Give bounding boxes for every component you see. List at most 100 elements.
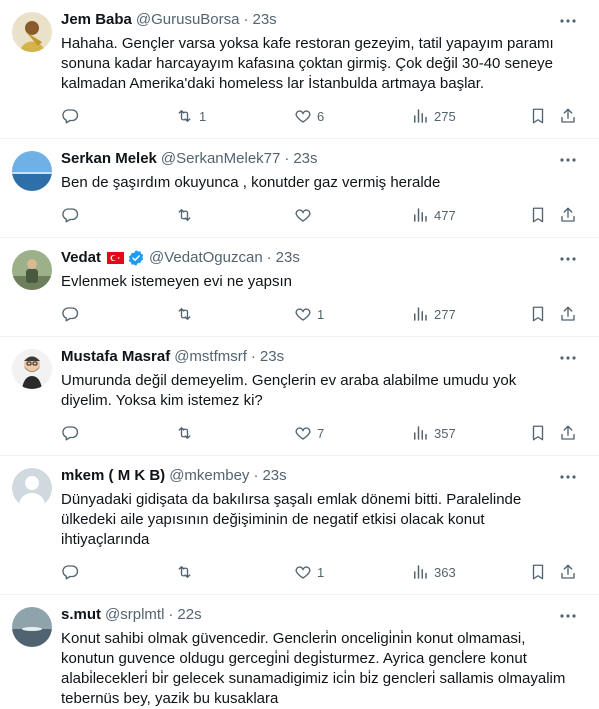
share-button[interactable] — [559, 423, 577, 443]
avatar[interactable] — [12, 151, 52, 191]
action-bar: 7 357 — [61, 423, 588, 443]
avatar[interactable] — [12, 250, 52, 290]
views-count: 357 — [434, 425, 456, 441]
views-count: 277 — [434, 306, 456, 322]
tweet-item[interactable]: Jem Baba @GurusuBorsa · 23s Hahaha. Genç… — [0, 0, 599, 139]
tweet-header: s.mut @srplmtl · 22s — [61, 605, 559, 625]
user-handle[interactable]: @mstfmsrf — [174, 347, 247, 367]
bookmark-button[interactable] — [529, 205, 547, 225]
user-handle[interactable]: @mkembey — [169, 466, 249, 486]
avatar[interactable] — [12, 12, 52, 52]
more-icon[interactable] — [559, 349, 577, 367]
display-name[interactable]: s.mut — [61, 605, 101, 625]
tweet-header: Vedat @VedatOguzcan · 23s — [61, 248, 559, 268]
reply-icon — [61, 563, 79, 581]
like-button[interactable]: 6 — [294, 106, 324, 126]
user-handle[interactable]: @srplmtl — [105, 605, 164, 625]
views-icon — [411, 107, 429, 125]
display-name[interactable]: Vedat — [61, 248, 101, 268]
action-bar: 477 — [61, 205, 588, 225]
like-button[interactable]: 1 — [294, 304, 324, 324]
share-icon — [559, 305, 577, 323]
more-icon[interactable] — [559, 607, 577, 625]
verified-badge-icon[interactable] — [127, 249, 145, 267]
user-handle[interactable]: @GurusuBorsa — [136, 10, 240, 30]
share-button[interactable] — [559, 205, 577, 225]
tweet-item[interactable]: Serkan Melek @SerkanMelek77 · 23s Ben de… — [0, 139, 599, 238]
avatar[interactable] — [12, 607, 52, 647]
retweet-button[interactable] — [175, 562, 199, 582]
retweet-icon — [175, 107, 194, 125]
timestamp[interactable]: 22s — [177, 605, 201, 625]
share-button[interactable] — [559, 304, 577, 324]
separator-dot: · — [266, 249, 272, 266]
more-icon[interactable] — [559, 151, 577, 169]
tweet-text: Dünyadaki gidişata da bakılırsa şaşalı e… — [61, 491, 522, 548]
retweet-count: 1 — [199, 108, 207, 124]
bookmark-button[interactable] — [529, 423, 547, 443]
reply-button[interactable] — [61, 562, 79, 582]
views-icon — [411, 563, 429, 581]
tweet-item[interactable]: s.mut @srplmtl · 22s Konut sahibi olmak … — [0, 595, 599, 709]
bookmark-button[interactable] — [529, 562, 547, 582]
views-button[interactable]: 275 — [411, 106, 456, 126]
views-button[interactable]: 357 — [411, 423, 456, 443]
timestamp[interactable]: 23s — [262, 466, 286, 486]
reply-button[interactable] — [61, 304, 79, 324]
action-bar: 1 363 — [61, 562, 588, 582]
like-button[interactable]: 7 — [294, 423, 324, 443]
display-name[interactable]: mkem ( M K B) — [61, 466, 165, 486]
more-icon[interactable] — [559, 468, 577, 486]
retweet-button[interactable] — [175, 423, 199, 443]
share-button[interactable] — [559, 562, 577, 582]
tweet-text: Ben de şaşırdım okuyunca , konutder gaz … — [61, 174, 441, 191]
like-button[interactable]: 1 — [294, 562, 324, 582]
like-count: 1 — [317, 306, 325, 322]
display-name[interactable]: Jem Baba — [61, 10, 132, 30]
views-button[interactable]: 477 — [411, 205, 456, 225]
reply-button[interactable] — [61, 205, 79, 225]
display-name[interactable]: Serkan Melek — [61, 149, 157, 169]
bookmark-button[interactable] — [529, 106, 547, 126]
more-icon[interactable] — [559, 12, 577, 30]
views-count: 275 — [434, 108, 456, 124]
retweet-icon — [175, 206, 194, 224]
retweet-button[interactable]: 1 — [175, 106, 206, 126]
retweet-button[interactable] — [175, 205, 199, 225]
like-count: 7 — [317, 425, 325, 441]
tweet-header: Serkan Melek @SerkanMelek77 · 23s — [61, 149, 559, 169]
share-button[interactable] — [559, 106, 577, 126]
views-button[interactable]: 277 — [411, 304, 456, 324]
reply-icon — [61, 206, 79, 224]
turkey-flag-icon — [107, 252, 125, 264]
display-name[interactable]: Mustafa Masraf — [61, 347, 170, 367]
views-count: 477 — [434, 207, 456, 223]
user-handle[interactable]: @SerkanMelek77 — [161, 149, 280, 169]
like-icon — [294, 563, 312, 581]
bookmark-icon — [529, 206, 547, 224]
timestamp[interactable]: 23s — [252, 10, 276, 30]
reply-icon — [61, 107, 79, 125]
retweet-button[interactable] — [175, 304, 199, 324]
reply-button[interactable] — [61, 423, 79, 443]
tweet-item[interactable]: Vedat @VedatOguzcan · 23s Evlenmek istem… — [0, 238, 599, 337]
views-icon — [411, 424, 429, 442]
user-handle[interactable]: @VedatOguzcan — [149, 248, 263, 268]
avatar[interactable] — [12, 349, 52, 389]
like-button[interactable] — [294, 205, 317, 225]
tweet-item[interactable]: mkem ( M K B) @mkembey · 23s Dünyadaki g… — [0, 456, 599, 595]
reply-icon — [61, 424, 79, 442]
separator-dot: · — [253, 467, 259, 484]
timestamp[interactable]: 23s — [276, 248, 300, 268]
tweet-text: Evlenmek istemeyen evi ne yapsın — [61, 273, 292, 290]
bookmark-button[interactable] — [529, 304, 547, 324]
more-icon[interactable] — [559, 250, 577, 268]
reply-button[interactable] — [61, 106, 79, 126]
tweet-item[interactable]: Mustafa Masraf @mstfmsrf · 23s Umurunda … — [0, 337, 599, 456]
tweet-header: mkem ( M K B) @mkembey · 23s — [61, 466, 559, 486]
views-button[interactable]: 363 — [411, 562, 456, 582]
avatar[interactable] — [12, 468, 52, 508]
timestamp[interactable]: 23s — [293, 149, 317, 169]
timestamp[interactable]: 23s — [260, 347, 284, 367]
action-bar: 1 277 — [61, 304, 588, 324]
